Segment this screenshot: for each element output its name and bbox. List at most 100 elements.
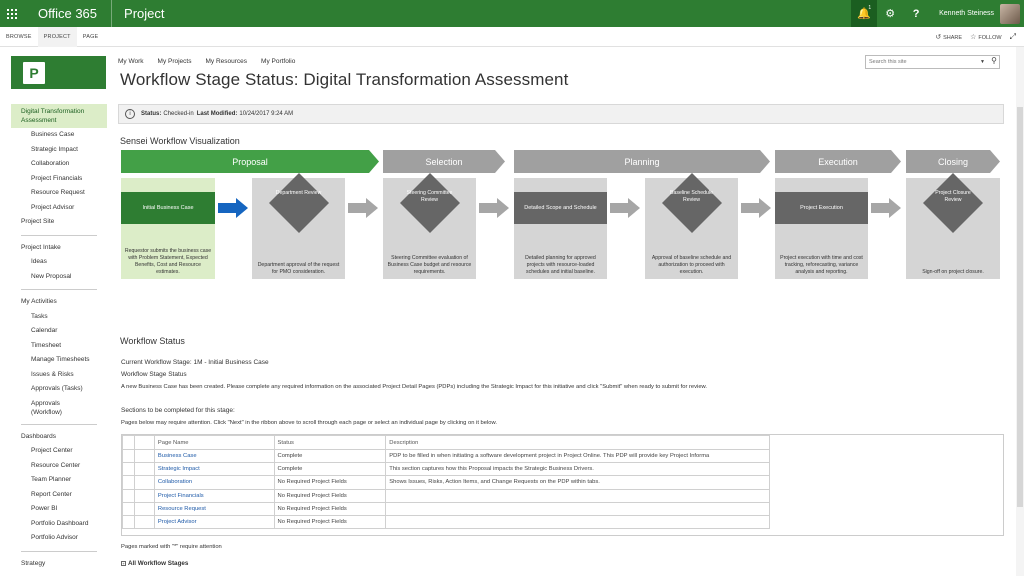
scrollbar-thumb[interactable] [1017,107,1023,507]
nav-item-issues-risks[interactable]: Issues & Risks [11,368,107,383]
table-header-row: Page Name Status Description [122,435,770,450]
pdp-status: No Required Project Fields [273,501,387,516]
user-avatar[interactable] [1000,3,1020,24]
focus-content-icon[interactable]: ⤢ [1010,32,1016,42]
pdp-description [385,488,770,503]
table-row: Business Case Complete PDP to be filled … [122,448,770,464]
nav-item-project-center[interactable]: Project Center [11,444,107,459]
column-page-name[interactable]: Page Name [153,435,275,450]
nav-item-collaboration[interactable]: Collaboration [11,157,107,172]
nav-item-business-case[interactable]: Business Case [11,128,107,143]
nav-item-portfolio-dashboard[interactable]: Portfolio Dashboard [11,517,107,532]
nav-item-ideas[interactable]: Ideas [11,255,107,270]
step-title: Baseline Schedule Review [670,190,713,203]
nav-item-power-bi[interactable]: Power BI [11,502,107,517]
app-launcher-icon[interactable] [0,0,24,27]
pdp-link[interactable]: Project Financials [153,488,275,503]
nav-item-report-center[interactable]: Report Center [11,488,107,503]
nav-item-approvals-workflow[interactable]: Approvals (Workflow) [11,397,81,419]
nav-item-my-activities[interactable]: My Activities [11,295,107,310]
pdp-link[interactable]: Project Advisor [153,514,275,530]
step-detailed-scope-schedule[interactable]: Detailed Scope and Schedule Detailed pla… [514,178,607,279]
nav-item-project-intake[interactable]: Project Intake [11,241,107,256]
step-steering-committee-review[interactable]: Steering Committee Review Steering Commi… [383,173,476,279]
nav-item-manage-timesheets[interactable]: Manage Timesheets [11,353,107,368]
nav-item-team-planner[interactable]: Team Planner [11,473,107,488]
decision-diamond: Department Review [264,168,334,238]
nav-item-strategy[interactable]: Strategy [11,557,107,572]
table-row: Project Financials No Required Project F… [122,488,770,503]
settings-gear-icon[interactable]: ⚙ [877,0,903,27]
pdp-status: Complete [273,462,387,477]
step-department-review[interactable]: Department Review Department approval of… [252,173,345,279]
tab-project[interactable]: PROJECT [37,26,77,47]
pdp-status: No Required Project Fields [273,475,387,490]
nav-item-project[interactable]: Digital Transformation Assessment [11,104,107,128]
pdp-description: PDP to be filled in when initiating a so… [385,448,770,464]
column-status[interactable]: Status [273,435,387,450]
column-description[interactable]: Description [385,435,770,450]
nav-divider [21,550,97,552]
nav-item-new-proposal[interactable]: New Proposal [11,270,107,285]
pdp-link[interactable]: Business Case [153,448,275,464]
nav-item-calendar[interactable]: Calendar [11,324,107,339]
sections-hint: Pages below may require attention. Click… [121,420,497,426]
nav-item-project-site[interactable]: Project Site [11,215,107,230]
search-scope-dropdown-icon[interactable]: ▼ [980,56,985,68]
nav-item-strategic-impact[interactable]: Strategic Impact [11,143,107,158]
flow-arrow-icon [479,198,509,218]
nav-item-dashboards[interactable]: Dashboards [11,430,107,445]
site-logo[interactable]: P [11,56,106,89]
suite-brand[interactable]: Office 365 [24,0,113,27]
page-scrollbar[interactable] [1016,47,1024,576]
visualization-title: Sensei Workflow Visualization [120,136,240,146]
nav-item-project-financials[interactable]: Project Financials [11,172,107,187]
phase-execution[interactable]: Execution [775,150,901,173]
user-name[interactable]: Kenneth Steiness [929,10,1000,17]
app-name[interactable]: Project [112,6,164,21]
tab-page[interactable]: PAGE [77,27,105,47]
phase-planning[interactable]: Planning [514,150,770,173]
nav-item-approvals-tasks[interactable]: Approvals (Tasks) [11,382,107,397]
step-title: Department Review [275,190,322,196]
nav-item-tasks[interactable]: Tasks [11,310,107,325]
notification-bell-icon[interactable]: 🔔 1 [851,0,878,27]
step-description: Steering Committee evaluation of Busines… [387,255,472,275]
follow-button[interactable]: ☆ FOLLOW [970,33,1002,41]
pdp-description [385,501,770,516]
workflow-stage-status-label: Workflow Stage Status [121,371,187,378]
top-link-my-portfolio[interactable]: My Portfolio [261,58,295,65]
sections-label: Sections to be completed for this stage: [121,407,235,414]
expand-icon[interactable]: + [121,561,126,566]
step-project-closure-review[interactable]: Project Closure Review Sign-off on proje… [906,173,1000,279]
step-baseline-schedule-review[interactable]: Baseline Schedule Review Approval of bas… [645,173,738,279]
phase-proposal[interactable]: Proposal [121,150,379,173]
step-description: Sign-off on project closure. [922,269,984,275]
search-input[interactable]: Search this site ▼ ⚲ [865,55,1000,69]
top-link-my-work[interactable]: My Work [118,58,144,65]
workflow-status-title: Workflow Status [120,336,185,346]
left-navigation: Digital Transformation Assessment Busine… [11,104,107,571]
top-link-my-resources[interactable]: My Resources [205,58,247,65]
table-row: Project Advisor No Required Project Fiel… [122,514,770,530]
help-icon[interactable]: ? [903,0,929,27]
share-button[interactable]: ↺ SHARE [935,33,962,41]
step-title: Initial Business Case [121,192,215,224]
nav-item-resource-center[interactable]: Resource Center [11,459,107,474]
step-title: Project Execution [775,192,868,224]
step-initial-business-case[interactable]: Initial Business Case Requestor submits … [121,178,215,279]
nav-item-timesheet[interactable]: Timesheet [11,339,107,354]
pdp-description [385,514,770,530]
pdp-link[interactable]: Resource Request [153,501,275,516]
all-workflow-stages-toggle[interactable]: + All Workflow Stages [121,560,188,567]
nav-item-project-advisor[interactable]: Project Advisor [11,201,107,216]
pdp-link[interactable]: Collaboration [153,475,275,490]
pdp-link[interactable]: Strategic Impact [153,462,275,477]
top-link-my-projects[interactable]: My Projects [158,58,192,65]
search-icon[interactable]: ⚲ [991,55,997,67]
nav-item-portfolio-advisor[interactable]: Portfolio Advisor [11,531,107,546]
project-logo-icon: P [23,61,45,84]
nav-item-resource-request[interactable]: Resource Request [11,186,107,201]
step-project-execution[interactable]: Project Execution Project execution with… [775,178,868,279]
tab-browse[interactable]: BROWSE [0,27,38,47]
